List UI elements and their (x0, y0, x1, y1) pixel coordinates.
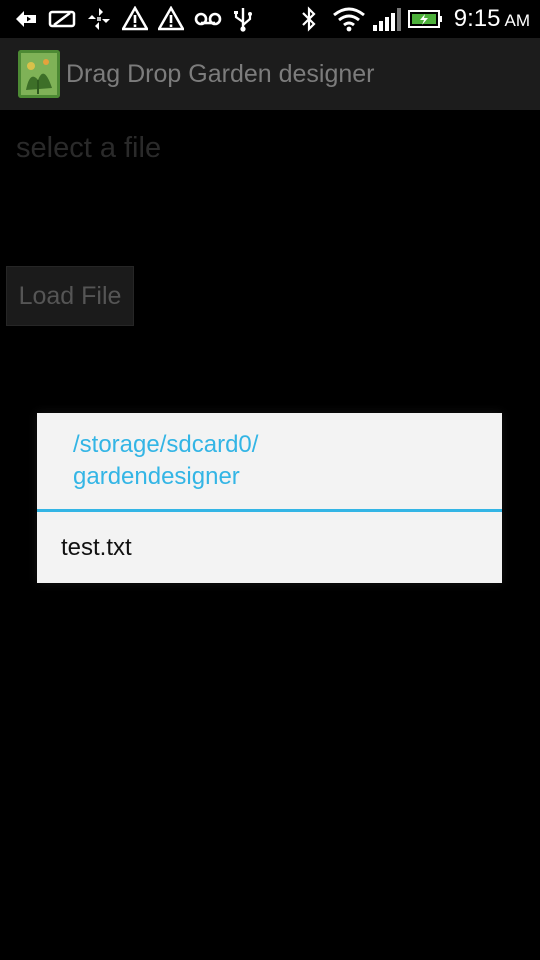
wifi-icon (332, 6, 366, 32)
file-chooser-dialog: /storage/sdcard0/ gardendesigner test.tx… (37, 413, 502, 583)
usb-icon (230, 6, 256, 32)
signal-icon (372, 6, 402, 32)
clock-time: 9:15 (453, 5, 501, 32)
back-arrow-icon (14, 6, 40, 32)
dialog-title: /storage/sdcard0/ gardendesigner (73, 429, 483, 493)
file-list-item-label: test.txt (61, 534, 132, 561)
pinwheel-icon (86, 6, 112, 32)
app-icon[interactable] (18, 50, 60, 98)
status-bar: 9:15 AM (0, 0, 540, 38)
dialog-title-line2: gardendesigner (73, 463, 240, 490)
dialog-title-line1: /storage/sdcard0/ (73, 431, 259, 458)
load-file-button[interactable]: Load File (6, 266, 134, 326)
voicemail-icon (194, 6, 222, 32)
screen: 9:15 AM Drag Drop Garden designer select … (0, 0, 540, 960)
file-list-item[interactable]: test.txt (37, 512, 502, 583)
app-title: Drag Drop Garden designer (66, 60, 375, 88)
action-bar: Drag Drop Garden designer (0, 38, 540, 110)
select-file-label: select a file (16, 132, 162, 164)
warning-icon (122, 6, 148, 32)
warning-icon (158, 6, 184, 32)
battery-charging-icon (408, 6, 444, 32)
phone-icon (48, 6, 78, 32)
bluetooth-icon (298, 6, 320, 32)
clock-ampm: AM (504, 11, 531, 30)
status-clock: 9:15 AM (454, 4, 530, 36)
